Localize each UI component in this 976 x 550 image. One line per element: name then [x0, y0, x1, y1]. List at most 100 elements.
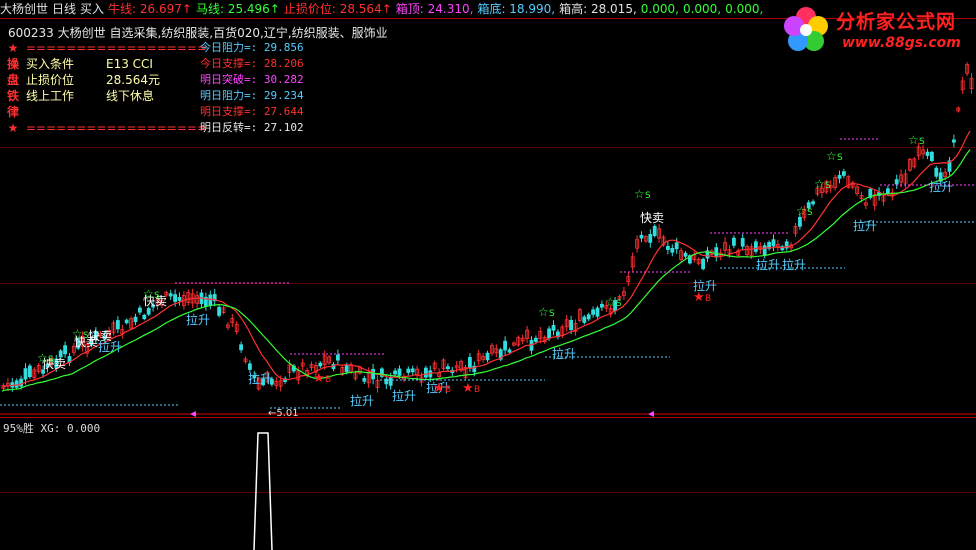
candle-body — [388, 376, 393, 386]
candle-body — [14, 380, 19, 388]
candle-body — [116, 320, 120, 330]
sell-signal-label: S — [83, 331, 89, 341]
title-bar-item: 0.000, — [682, 2, 722, 16]
candle-body — [714, 247, 719, 258]
candle-body — [335, 354, 340, 361]
candle-body — [63, 345, 67, 355]
candle-body — [666, 245, 670, 250]
candle-body — [595, 307, 600, 317]
candle-body — [925, 151, 930, 156]
candle-body — [362, 378, 367, 382]
candle-body — [133, 316, 138, 323]
candle-body — [137, 307, 142, 313]
grid-line — [0, 492, 976, 493]
rule-value: E13 CCI — [106, 57, 153, 71]
candle-body — [674, 242, 679, 250]
candle-body — [217, 306, 222, 316]
sell-signal-label: S — [807, 208, 813, 218]
star-outline-icon: ☆ — [814, 177, 825, 191]
title-bar-item: 箱顶: 24.310, — [395, 2, 474, 16]
candle-body — [952, 139, 956, 143]
rule-row: 律 — [7, 104, 215, 120]
candle-body — [397, 368, 402, 376]
star-outline-icon: ☆ — [538, 305, 549, 319]
pull-up-label: 拉升 — [929, 179, 953, 194]
candle-body — [485, 352, 490, 361]
candle-body — [146, 308, 151, 315]
candle-body — [837, 175, 842, 179]
candle-body — [652, 225, 657, 236]
sell-signal-label: S — [549, 309, 555, 319]
indicator-label: 95%胜 XG: 0.000 — [3, 422, 101, 435]
bull-line — [1, 130, 971, 388]
grid-line — [0, 147, 976, 148]
candle-body — [507, 349, 512, 353]
rule-text: ================== — [26, 41, 207, 55]
stock-sectors: 自选采集,纺织服装,百货020,辽宁,纺织服装、服饰业 — [109, 26, 388, 40]
sell-fast-label: 快卖 — [640, 211, 664, 225]
level-label: 今日阻力=: 29.856 — [200, 41, 304, 54]
level-label: 明日支撑=: 27.644 — [200, 105, 304, 118]
stock-info: 600233 大杨创世 自选采集,纺织服装,百货020,辽宁,纺织服装、服饰业 — [8, 24, 388, 41]
level-label: 今日支撑=: 28.206 — [200, 57, 304, 70]
indicator-spike — [253, 432, 273, 550]
rule-row: ★ ================== — [8, 40, 215, 56]
main-subpane-divider — [0, 417, 976, 418]
rule-text: 买入条件 — [26, 57, 75, 71]
rule-text: 止损价位 — [26, 73, 75, 87]
sell-signal-label: S — [48, 355, 54, 365]
logo-url: www.88gs.com — [842, 35, 961, 51]
buy-signal-label: B — [705, 294, 711, 304]
candle-body — [732, 237, 736, 246]
candle-body — [247, 363, 252, 370]
title-bar-item: 0.000, — [725, 2, 764, 16]
title-bar-item: 日线 — [52, 2, 77, 16]
rule-side-char: 铁 — [6, 89, 19, 103]
sell-signal-label: S — [837, 153, 843, 163]
buy-signal-label: B — [445, 385, 451, 395]
candle-body — [754, 241, 758, 252]
title-bar-item: 买入 — [80, 2, 105, 16]
candle-body — [586, 314, 591, 320]
title-bar-item: 止损价位: 28.564↑ — [283, 2, 392, 16]
title-bar-item: 大杨创世 — [0, 2, 49, 16]
rule-text: 线上工作 — [26, 89, 75, 103]
rule-side-char: 盘 — [6, 73, 19, 87]
star-outline-icon: ☆ — [634, 187, 645, 201]
title-bar-item: 箱高: 28.015, — [559, 2, 637, 16]
candle-body — [467, 357, 472, 368]
buy-star-icon: ★ — [462, 381, 474, 396]
stock-name: 大杨创世 — [57, 26, 106, 40]
candle-body — [410, 368, 415, 373]
rule-side-char: ★ — [7, 41, 19, 55]
pull-up-label: 拉升 — [782, 257, 806, 272]
sell-signal-label: S — [919, 137, 925, 147]
rule-row: 操买入条件 E13 CCI — [7, 56, 215, 72]
trading-rules-panel: ★ ================== 操买入条件 E13 CCI 盘止损价位 28.5… — [7, 40, 215, 136]
candle-body — [239, 344, 244, 351]
candle-body — [701, 258, 705, 270]
candle-body — [639, 234, 644, 239]
buy-star-icon: ★ — [313, 371, 325, 386]
candle-body — [124, 319, 129, 324]
sell-signal-label: S — [645, 191, 651, 201]
stock-code: 600233 — [8, 26, 54, 40]
candle-body — [569, 319, 573, 331]
candle-body — [798, 216, 802, 227]
candle-body — [423, 367, 428, 378]
candle-body — [670, 247, 675, 253]
candle-body — [771, 239, 776, 247]
rule-side-char: ★ — [7, 121, 19, 135]
candle-body — [551, 325, 556, 331]
pull-up-label: 拉升 — [350, 393, 374, 408]
title-bar-item: 牛线: 26.697↑ — [108, 2, 192, 16]
candle-body — [600, 303, 604, 308]
pull-up-label: 拉升 — [552, 346, 576, 361]
candle-body — [582, 316, 587, 323]
pull-up-label: 拉升 — [756, 257, 780, 272]
candle-body — [173, 294, 178, 302]
candle-body — [445, 366, 450, 370]
buy-star-icon: ★ — [433, 381, 445, 396]
star-outline-icon: ☆ — [605, 295, 616, 309]
candle-body — [591, 309, 595, 315]
